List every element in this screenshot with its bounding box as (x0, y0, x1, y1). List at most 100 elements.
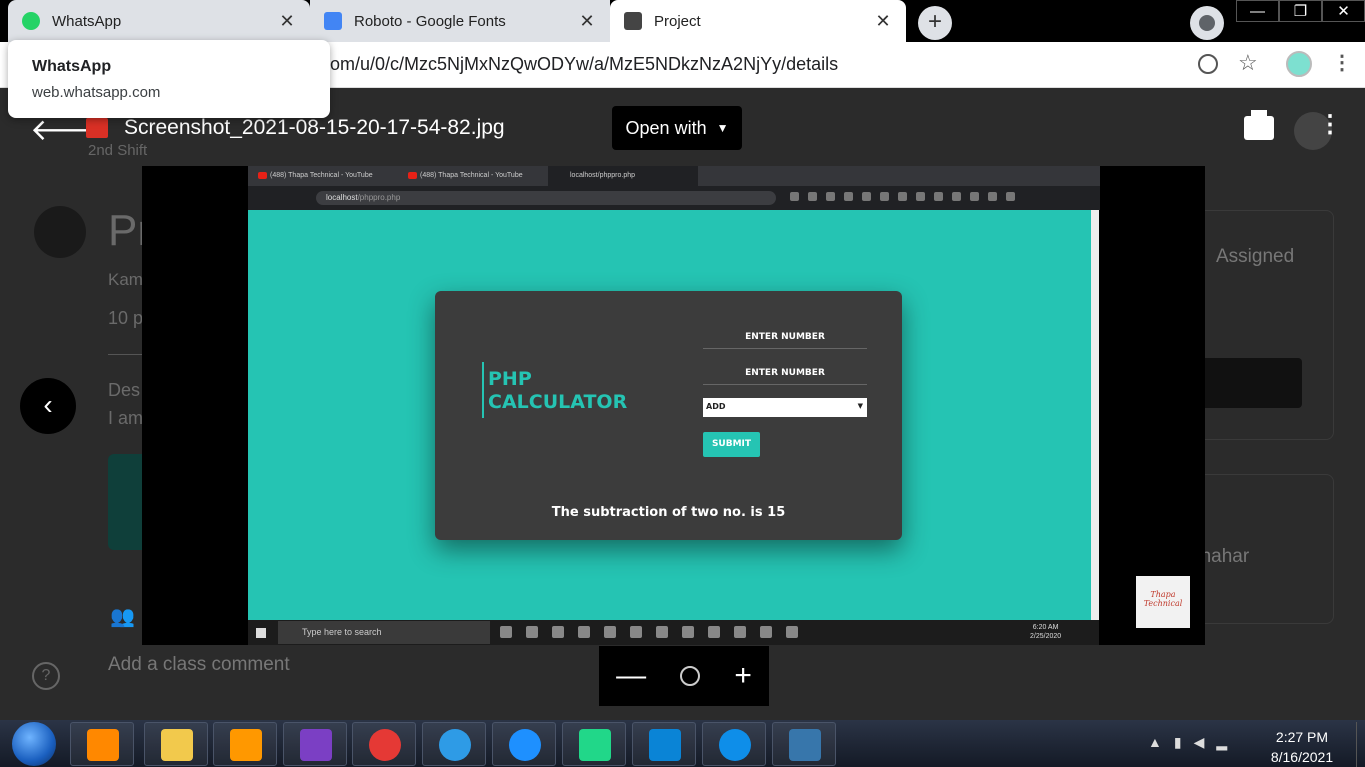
taskbar-clock[interactable]: 2:27 PM 8/16/2021 (1262, 727, 1342, 767)
assignment-points: 10 p (108, 308, 144, 328)
app-icon (526, 626, 538, 638)
more-options-icon[interactable]: ⋮ (1318, 110, 1342, 139)
extension-icon (808, 192, 817, 201)
inner-scrollbar (1091, 210, 1099, 620)
teamviewer-icon (719, 729, 751, 761)
extension-icon (844, 192, 853, 201)
tab-search-icon[interactable] (1190, 6, 1224, 40)
extension-icon (880, 192, 889, 201)
address-bar[interactable]: om/u/0/c/Mzc5NjMxNzQwODYw/a/MzE5NDkzNzA2… (330, 54, 838, 75)
extension-icon (916, 192, 925, 201)
system-tray: ▲▮◀▂ (1148, 734, 1239, 751)
inner-tab: (488) Thapa Technical - YouTube (398, 166, 546, 186)
zoom-icon[interactable] (1198, 54, 1218, 74)
extension-icon (898, 192, 907, 201)
maximize-icon[interactable]: ❐ (1279, 0, 1322, 22)
result-text: The subtraction of two no. is 15 (551, 505, 786, 520)
number-input-1: ENTER NUMBER (703, 332, 867, 349)
assignment-description: Des (108, 380, 141, 400)
title-accent-line (482, 362, 484, 418)
previous-file-button[interactable]: ‹ (20, 378, 76, 434)
hover-card-domain: web.whatsapp.com (32, 84, 161, 101)
help-icon[interactable]: ? (32, 662, 60, 690)
youtube-icon (408, 172, 417, 179)
bookmark-star-icon[interactable]: ☆ (1238, 50, 1258, 76)
app-icon (708, 626, 720, 638)
edge-icon (439, 729, 471, 761)
assignment-description-line: I am (108, 408, 144, 428)
watermark-logo: Thapa Technical (1136, 576, 1190, 628)
zoom-icon[interactable] (680, 666, 701, 686)
open-with-button[interactable]: Open with ▼ (612, 106, 742, 150)
inner-clock: 6:20 AM 2/25/2020 (1030, 624, 1062, 640)
pycharm-icon (579, 729, 611, 761)
number-input-2: ENTER NUMBER (703, 368, 867, 385)
hover-card-title: WhatsApp (32, 58, 112, 75)
pycharm-button[interactable] (562, 722, 626, 766)
file-name: Screenshot_2021-08-15-20-17-54-82.jpg (124, 116, 505, 139)
app-icon (500, 626, 512, 638)
start-button[interactable] (12, 722, 56, 766)
inner-tab: (488) Thapa Technical - YouTube (248, 166, 396, 186)
whatsapp-icon (22, 12, 40, 30)
show-desktop-button[interactable] (1356, 722, 1365, 767)
minimize-icon[interactable]: — (1236, 0, 1279, 22)
file-explorer-icon (161, 729, 193, 761)
tray-expand-icon[interactable]: ▲ (1148, 734, 1174, 750)
browser-menu-icon[interactable]: ⋮ (1332, 50, 1352, 75)
sublime-text-button[interactable] (213, 722, 277, 766)
visual-studio-icon (300, 729, 332, 761)
inner-taskbar-icons (500, 626, 798, 638)
chrome-button[interactable] (352, 722, 416, 766)
tab-project[interactable]: Project ✕ (610, 0, 906, 42)
classroom-icon (624, 12, 642, 30)
operation-select: ADD ▼ (703, 398, 867, 417)
print-icon[interactable] (1244, 110, 1274, 140)
new-tab-button[interactable]: + (918, 6, 952, 40)
extension-icon (934, 192, 943, 201)
inner-search-box: Type here to search (278, 621, 490, 644)
python-icon (789, 729, 821, 761)
app-icon (760, 626, 772, 638)
signal-icon[interactable]: ▂ (1216, 734, 1239, 750)
people-icon: 👥 (110, 606, 135, 628)
zoom-out-button[interactable]: — (616, 659, 646, 693)
close-icon[interactable]: ✕ (278, 11, 296, 32)
inner-url: localhost/phppro.php (316, 191, 776, 205)
app-icon (786, 626, 798, 638)
app-icon (682, 626, 694, 638)
app-icon (630, 626, 642, 638)
tab-whatsapp[interactable]: WhatsApp ✕ (8, 0, 310, 42)
zoom-controls: — + (599, 646, 769, 706)
assignment-icon (34, 206, 86, 258)
visual-studio-button[interactable] (283, 722, 347, 766)
calculator-title: PHP CALCULATOR (488, 368, 628, 413)
google-fonts-icon (324, 12, 342, 30)
submit-button: SUBMIT (703, 432, 760, 457)
profile-avatar[interactable] (1286, 51, 1312, 77)
close-window-icon[interactable]: ✕ (1322, 0, 1365, 22)
status-badge: Assigned (1216, 246, 1295, 267)
sublime-text-icon (230, 729, 262, 761)
edge-button[interactable] (422, 722, 486, 766)
volume-icon[interactable]: ◀ (1194, 734, 1217, 750)
class-comment-link[interactable]: Add a class comment (108, 654, 290, 676)
close-icon[interactable]: ✕ (874, 11, 892, 32)
tab-google-fonts[interactable]: Roboto - Google Fonts ✕ (310, 0, 610, 42)
ie-button[interactable] (492, 722, 556, 766)
window-controls: — ❐ ✕ (1236, 0, 1365, 22)
zoom-in-button[interactable]: + (734, 659, 752, 693)
python-button[interactable] (772, 722, 836, 766)
teamviewer-button[interactable] (702, 722, 766, 766)
extension-icon (862, 192, 871, 201)
extension-icon (826, 192, 835, 201)
close-icon[interactable]: ✕ (578, 11, 596, 32)
extension-icon (988, 192, 997, 201)
file-explorer-button[interactable] (144, 722, 208, 766)
image-file-icon (86, 118, 108, 138)
vscode-button[interactable] (632, 722, 696, 766)
vlc-button[interactable] (70, 722, 134, 766)
battery-icon[interactable]: ▮ (1174, 734, 1194, 750)
extension-icon (952, 192, 961, 201)
app-icon (552, 626, 564, 638)
